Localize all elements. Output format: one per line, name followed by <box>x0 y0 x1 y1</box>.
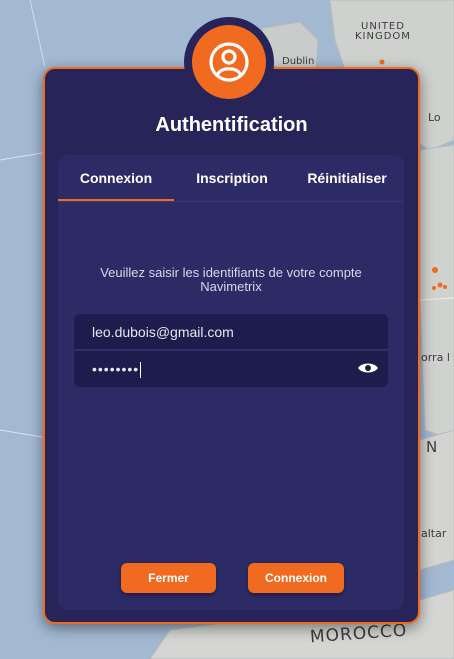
email-field[interactable]: leo.dubois@gmail.com <box>74 314 388 350</box>
eye-icon[interactable] <box>356 360 380 376</box>
tab-bar: Connexion Inscription Réinitialiser <box>58 155 404 201</box>
map-label-spain: N <box>426 438 439 456</box>
text-caret <box>140 362 142 379</box>
map-label-london: Lo <box>428 111 441 124</box>
tab-inscription[interactable]: Inscription <box>174 155 290 201</box>
tab-divider <box>58 201 404 202</box>
user-circle-icon <box>192 25 266 99</box>
tab-connexion[interactable]: Connexion <box>58 155 174 201</box>
login-button[interactable]: Connexion <box>248 563 344 593</box>
map-label-gibraltar: altar <box>421 527 447 540</box>
login-instruction: Veuillez saisir les identifiants de votr… <box>100 265 362 294</box>
password-field[interactable]: •••••••• <box>74 351 388 387</box>
map-label-andorra: orra l <box>421 351 450 364</box>
map-label-uk: UNITED KINGDOM <box>355 21 411 42</box>
tab-reinitialiser[interactable]: Réinitialiser <box>290 155 404 201</box>
dialog-title: Authentification <box>155 114 308 136</box>
close-button[interactable]: Fermer <box>121 563 216 593</box>
map-label-dublin: Dublin <box>282 56 315 67</box>
email-value: leo.dubois@gmail.com <box>92 324 234 340</box>
password-value: •••••••• <box>92 361 140 377</box>
